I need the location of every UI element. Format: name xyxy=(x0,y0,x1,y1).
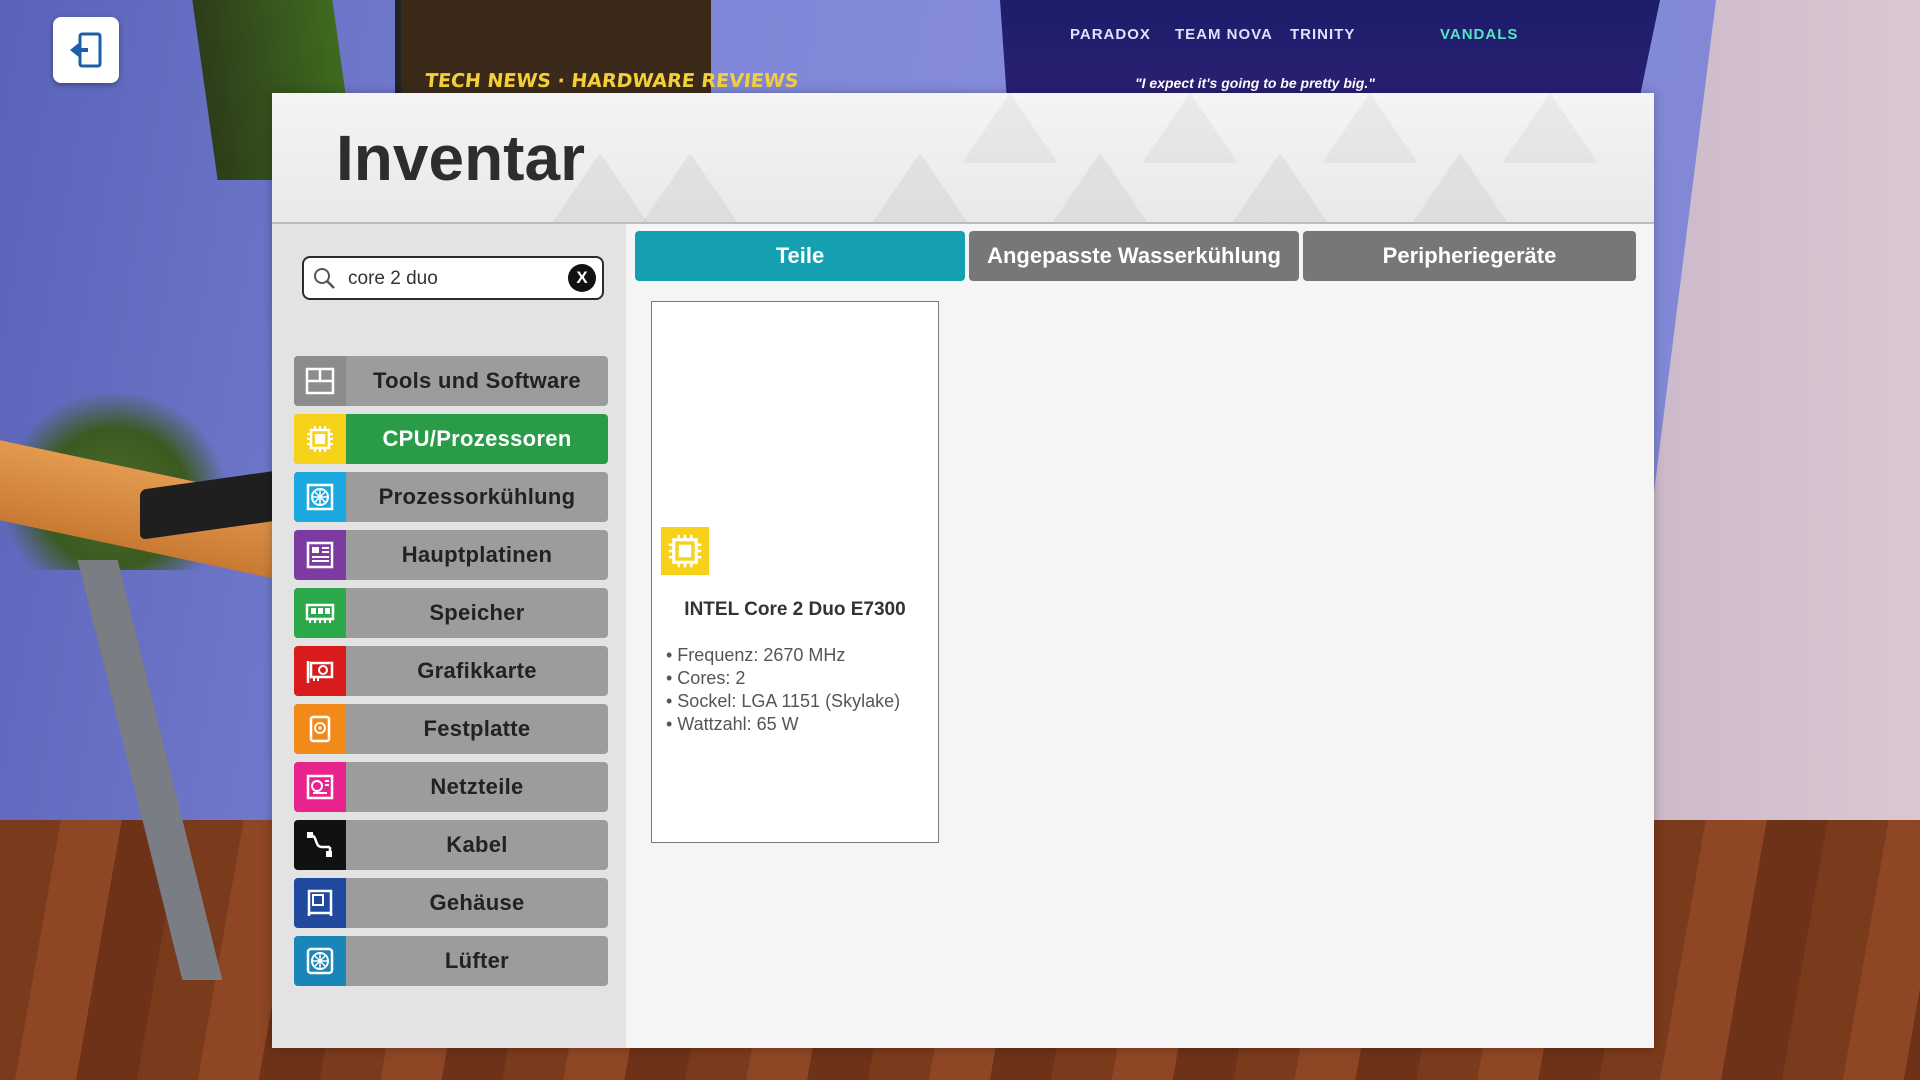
poster-quote: "I expect it's going to be pretty big." xyxy=(1135,75,1375,91)
category-power-supply[interactable]: Netzteile xyxy=(294,762,608,812)
power-supply-icon xyxy=(294,762,346,812)
item-specs: • Frequenz: 2670 MHz • Cores: 2 • Sockel… xyxy=(666,644,926,736)
inventory-item-card[interactable]: INTEL Core 2 Duo E7300 • Frequenz: 2670 … xyxy=(651,301,939,843)
category-memory[interactable]: Speicher xyxy=(294,588,608,638)
category-label: Prozessorkühlung xyxy=(378,484,576,509)
poster-team-name: TRINITY xyxy=(1290,26,1356,43)
search-input[interactable] xyxy=(346,262,560,296)
category-label: Netzteile xyxy=(430,774,524,799)
item-spec: • Wattzahl: 65 W xyxy=(666,714,799,734)
hard-drive-icon xyxy=(294,704,346,754)
clear-search-button[interactable]: X xyxy=(568,264,596,292)
category-label: Lüfter xyxy=(444,948,510,973)
category-label: Gehäuse xyxy=(429,890,525,915)
category-label: Hauptplatinen xyxy=(401,542,553,567)
cpu-cooler-icon xyxy=(294,472,346,522)
item-spec: • Cores: 2 xyxy=(666,668,746,688)
cable-icon xyxy=(294,820,346,870)
item-name: INTEL Core 2 Duo E7300 xyxy=(684,599,906,620)
category-graphics-card[interactable]: Grafikkarte xyxy=(294,646,608,696)
ram-icon xyxy=(294,588,346,638)
tab-peripherals[interactable]: Peripheriegeräte xyxy=(1303,231,1636,281)
category-cpu[interactable]: CPU/Prozessoren xyxy=(294,414,608,464)
poster-team-name: TEAM NOVA xyxy=(1175,26,1273,43)
category-cables[interactable]: Kabel xyxy=(294,820,608,870)
motherboard-icon xyxy=(294,530,346,580)
category-cpu-cooling[interactable]: Prozessorkühlung xyxy=(294,472,608,522)
poster-team-name: PARADOX xyxy=(1070,26,1151,43)
search-box: X xyxy=(302,256,604,300)
panel-header: Inventar xyxy=(272,93,1654,224)
poster-team-name: VANDALS xyxy=(1440,26,1519,43)
category-tools[interactable]: Tools und Software xyxy=(294,356,608,406)
tab-custom-water-cooling[interactable]: Angepasste Wasserkühlung xyxy=(969,231,1299,281)
category-sidebar: X Tools und Software CPU/Prozessoren Pro… xyxy=(272,224,626,1048)
category-label: Tools und Software xyxy=(373,368,581,393)
cpu-icon xyxy=(294,414,346,464)
exit-button[interactable] xyxy=(53,17,119,83)
category-hard-drive[interactable]: Festplatte xyxy=(294,704,608,754)
cpu-icon xyxy=(661,527,709,575)
category-label: Grafikkarte xyxy=(417,658,537,683)
graphics-card-icon xyxy=(294,646,346,696)
category-label: Kabel xyxy=(446,832,508,857)
search-icon xyxy=(314,268,335,289)
case-icon xyxy=(294,878,346,928)
page-title: Inventar xyxy=(336,122,585,194)
item-spec: • Frequenz: 2670 MHz xyxy=(666,645,846,665)
poster-tech-news-text: TECH NEWS · HARDWARE REVIEWS xyxy=(423,70,800,92)
category-label: CPU/Prozessoren xyxy=(382,426,572,451)
category-case[interactable]: Gehäuse xyxy=(294,878,608,928)
category-motherboards[interactable]: Hauptplatinen xyxy=(294,530,608,580)
exit-door-icon xyxy=(70,32,102,68)
inventory-panel: Inventar X Tools und Software CPU/Prozes… xyxy=(272,93,1654,1048)
tab-parts[interactable]: Teile xyxy=(635,231,965,281)
tools-icon xyxy=(294,356,346,406)
fan-icon xyxy=(294,936,346,986)
category-label: Speicher xyxy=(429,600,525,625)
category-label: Festplatte xyxy=(423,716,531,741)
category-fans[interactable]: Lüfter xyxy=(294,936,608,986)
item-spec: • Sockel: LGA 1151 (Skylake) xyxy=(666,691,901,711)
